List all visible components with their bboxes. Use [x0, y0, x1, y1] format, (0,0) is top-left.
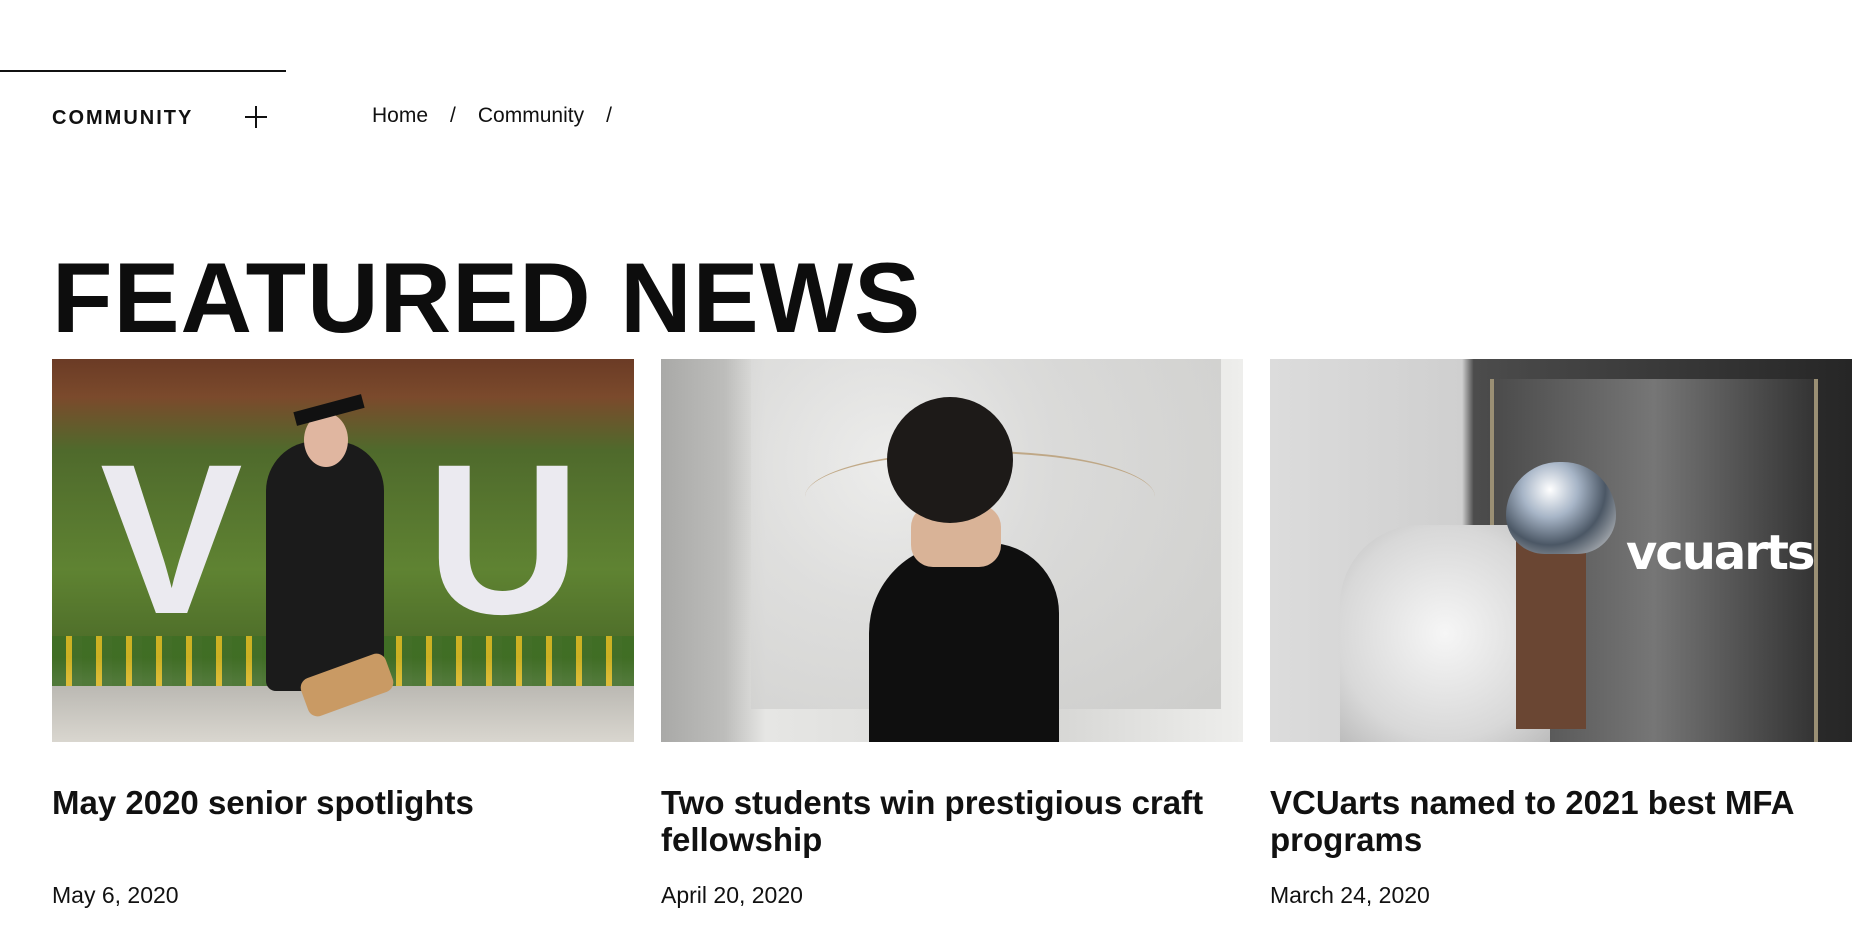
news-date: April 20, 2020	[661, 882, 803, 908]
news-image-craft-fellowship[interactable]	[661, 359, 1243, 742]
news-date: March 24, 2020	[1270, 882, 1430, 908]
news-card: V U May 2020 senior spotlights May 6, 20…	[52, 359, 634, 909]
featured-news-grid: V U May 2020 senior spotlights May 6, 20…	[52, 359, 1852, 909]
top-rule	[0, 70, 286, 72]
news-date: May 6, 2020	[52, 882, 179, 908]
breadcrumb: Home / Community /	[372, 104, 634, 128]
news-image-mfa-programs[interactable]: vcuarts	[1270, 359, 1852, 742]
breadcrumb-home[interactable]: Home	[372, 104, 428, 128]
section-label: COMMUNITY	[52, 107, 194, 129]
page-title: FEATURED NEWS	[52, 242, 922, 353]
news-card: vcuarts VCUarts named to 2021 best MFA p…	[1270, 359, 1852, 909]
news-image-senior-spotlights[interactable]: V U	[52, 359, 634, 742]
vcu-letter-u: U	[426, 420, 581, 659]
vcuarts-logo: vcuarts	[1626, 525, 1815, 581]
breadcrumb-community[interactable]: Community	[478, 104, 584, 128]
news-card: Two students win prestigious craft fello…	[661, 359, 1243, 909]
breadcrumb-separator: /	[606, 104, 612, 127]
helmet	[1506, 462, 1616, 554]
vcu-letter-v: V	[100, 420, 243, 659]
graduate-figure	[266, 441, 384, 691]
plus-icon[interactable]	[243, 104, 269, 130]
person-hair	[887, 397, 1013, 523]
news-title[interactable]: Two students win prestigious craft fello…	[661, 784, 1243, 858]
breadcrumb-separator: /	[450, 104, 456, 127]
news-title[interactable]: VCUarts named to 2021 best MFA programs	[1270, 784, 1852, 858]
news-title[interactable]: May 2020 senior spotlights	[52, 784, 634, 858]
person-body	[869, 543, 1059, 742]
